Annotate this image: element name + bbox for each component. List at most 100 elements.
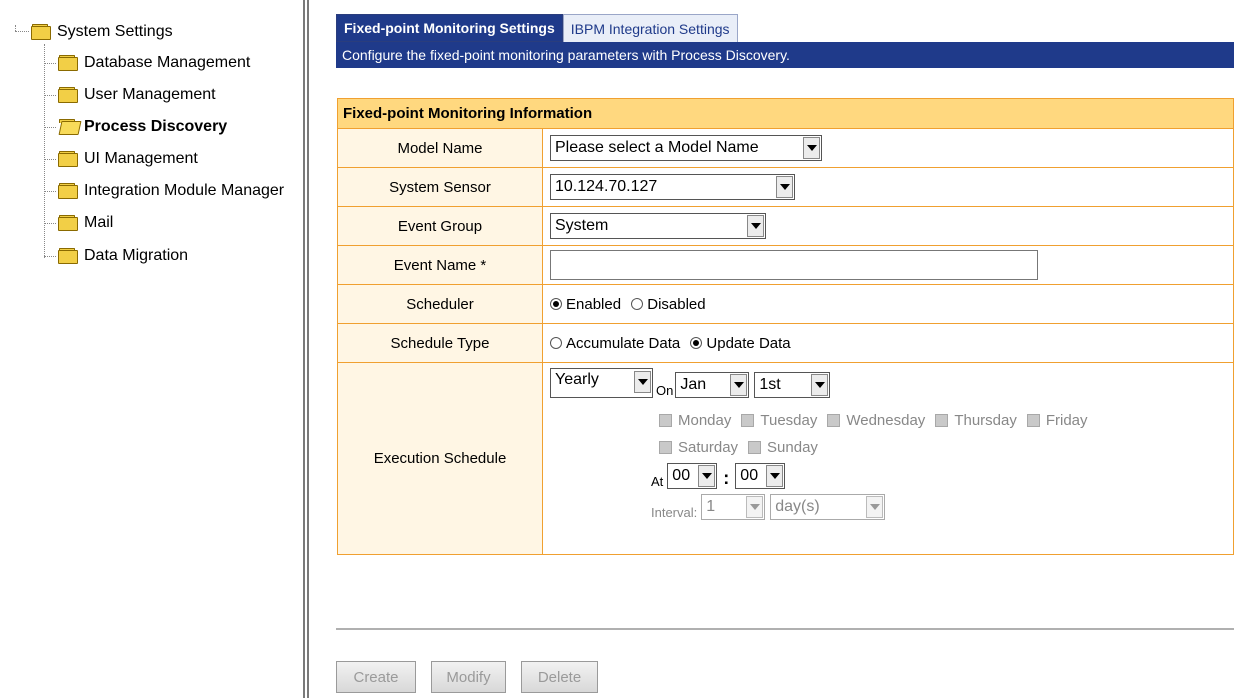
model-name-label: Model Name [337,128,543,168]
pane-splitter[interactable] [303,0,310,698]
model-name-select[interactable]: Please select a Model Name [550,135,822,161]
system-sensor-select[interactable]: 10.124.70.127 [550,174,795,200]
folder-icon [58,183,79,199]
weekday-thursday[interactable]: Thursday [935,412,1017,429]
schedule-type-accumulate-radio[interactable] [550,337,562,350]
weekday-tuesday[interactable]: Tuesday [741,412,817,429]
checkbox-monday[interactable] [659,414,672,427]
schedule-type-update-radio[interactable] [690,337,703,350]
folder-icon [58,215,79,231]
tree-item-user-management[interactable]: User Management [58,81,216,109]
tree-connector [44,44,45,258]
event-name-input[interactable] [550,250,1038,280]
tab-fixed-point-monitoring-settings[interactable]: Fixed-point Monitoring Settings [336,14,563,42]
event-group-label: Event Group [337,206,543,246]
month-select[interactable]: Jan [675,372,750,398]
chevron-down-icon [776,176,793,198]
chevron-down-icon [730,374,748,396]
frequency-select[interactable]: Yearly [550,368,653,398]
chevron-down-icon [698,465,716,487]
weekday-label: Thursday [954,412,1017,429]
create-button[interactable]: Create [336,661,416,693]
tab-bar: Fixed-point Monitoring Settings IBPM Int… [336,14,738,42]
tree-item-data-migration[interactable]: Data Migration [58,242,188,270]
checkbox-sunday[interactable] [748,441,762,454]
tab-description: Configure the fixed-point monitoring par… [336,42,1234,68]
tree-connector [44,63,56,64]
event-group-select[interactable]: System [550,213,766,239]
form-section-header: Fixed-point Monitoring Information [337,98,1234,129]
tree-connector [44,159,56,160]
model-name-value: Please select a Model Name [555,139,759,156]
time-separator: : [723,468,730,488]
modify-button[interactable]: Modify [431,661,506,693]
weekday-label: Saturday [678,439,739,456]
hour-select[interactable]: 00 [667,463,718,489]
tree-item-database-management[interactable]: Database Management [58,49,250,77]
interval-label: Interval: [651,505,698,520]
tree-item-label: Mail [84,214,114,231]
checkbox-friday[interactable] [1026,414,1040,427]
weekday-saturday[interactable]: Saturday [659,439,738,456]
tree-item-label: Integration Module Manager [84,182,285,199]
system-sensor-value: 10.124.70.127 [555,178,658,195]
schedule-type-update-label: Update Data [706,334,791,352]
tree-connector [15,31,29,32]
tree-connector [44,191,56,192]
interval-value: 1 [706,498,716,515]
day-select[interactable]: 1st [754,372,831,398]
minute-select[interactable]: 00 [735,463,786,489]
checkbox-tuesday[interactable] [741,414,755,427]
checkbox-saturday[interactable] [659,441,672,454]
tree-connector [44,127,56,128]
tree-root-label: System Settings [57,23,173,40]
on-label: On [656,383,674,398]
chevron-down-icon [746,496,764,518]
system-sensor-label: System Sensor [337,167,543,207]
tree-item-label: Database Management [84,54,251,71]
tree-root-system-settings[interactable]: System Settings [31,18,173,46]
tree-connector [44,95,56,96]
tree-item-label: Data Migration [84,247,189,264]
hour-value: 00 [672,467,691,484]
tree-connector [44,256,56,257]
schedule-type-label: Schedule Type [337,323,543,363]
interval-unit-value: day(s) [775,498,820,515]
weekday-label: Tuesday [760,412,818,429]
weekday-wednesday[interactable]: Wednesday [827,412,925,429]
tree-item-ui-management[interactable]: UI Management [58,145,198,173]
at-label: At [651,474,664,489]
scheduler-disabled-radio[interactable] [631,298,644,311]
delete-button[interactable]: Delete [521,661,598,693]
folder-icon [58,87,79,103]
interval-unit-select[interactable]: day(s) [770,494,886,520]
navigation-tree: System Settings Database Management User… [0,0,305,698]
checkbox-thursday[interactable] [935,414,949,427]
checkbox-wednesday[interactable] [827,414,841,427]
weekday-sunday[interactable]: Sunday [748,439,818,456]
interval-value-select[interactable]: 1 [701,494,766,520]
scheduler-enabled-radio[interactable] [550,298,562,311]
separator-line [336,628,1234,630]
tree-item-label: User Management [84,86,216,103]
event-group-value: System [555,217,609,234]
weekday-friday[interactable]: Friday [1026,412,1088,429]
tree-item-label: Process Discovery [84,118,228,135]
event-name-label: Event Name * [337,245,543,285]
weekday-label: Wednesday [846,412,926,429]
folder-icon [31,24,52,40]
weekday-label: Sunday [767,439,818,456]
open-folder-icon [58,119,82,135]
tree-item-label: UI Management [84,150,198,167]
weekday-monday[interactable]: Monday [659,412,731,429]
tree-item-process-discovery[interactable]: Process Discovery [58,113,227,141]
chevron-down-icon [803,137,820,159]
frequency-value: Yearly [555,371,599,388]
tree-item-integration-module-manager[interactable]: Integration Module Manager [58,177,284,205]
tab-ibpm-integration-settings[interactable]: IBPM Integration Settings [562,14,738,42]
chevron-down-icon [634,371,651,393]
scheduler-enabled-label: Enabled [566,295,622,313]
tree-item-mail[interactable]: Mail [58,209,113,237]
chevron-down-icon [747,215,764,237]
minute-value: 00 [740,467,759,484]
